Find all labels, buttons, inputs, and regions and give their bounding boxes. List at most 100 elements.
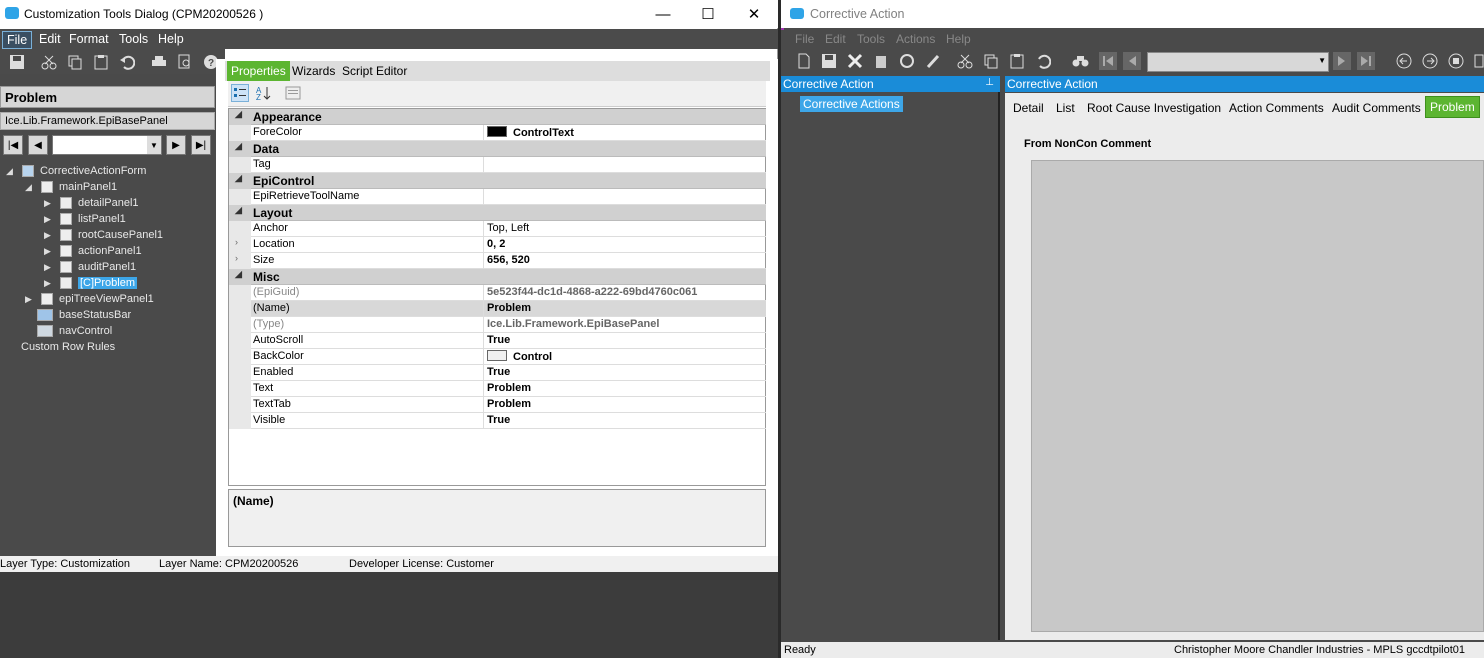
control-selector[interactable]: ▼ — [52, 135, 162, 155]
property-row[interactable]: EpiRetrieveToolName — [229, 189, 766, 205]
menu-file[interactable]: File — [795, 32, 814, 46]
noncon-comment-textbox[interactable] — [1031, 160, 1484, 632]
paste-icon[interactable] — [1008, 52, 1026, 70]
cut-icon[interactable] — [956, 52, 974, 70]
expand-icon[interactable]: ▶ — [44, 278, 54, 289]
previous-record-icon[interactable]: ◀ — [28, 135, 48, 155]
property-row[interactable]: › Location 0, 2 — [229, 237, 766, 253]
forward-icon[interactable] — [1421, 52, 1439, 70]
expand-icon[interactable]: ▶ — [44, 198, 54, 209]
property-row[interactable]: (EpiGuid) 5e523f44-dc1d-4868-a222-69bd476… — [229, 285, 766, 301]
tree-node[interactable]: baseStatusBar — [37, 307, 131, 323]
close-icon[interactable]: ✕ — [731, 0, 777, 28]
pin-icon[interactable]: ⊥ — [985, 77, 994, 88]
menu-help[interactable]: Help — [946, 32, 971, 46]
chevron-down-icon[interactable]: ▼ — [1318, 56, 1326, 65]
tab-list[interactable]: List — [1056, 101, 1075, 115]
property-value[interactable]: True — [487, 366, 510, 378]
next-record-icon[interactable] — [1333, 52, 1351, 70]
next-record-icon[interactable]: ▶ — [166, 135, 186, 155]
previous-record-icon[interactable] — [1123, 52, 1141, 70]
property-row[interactable]: › Size 656, 520 — [229, 253, 766, 269]
attach-icon[interactable] — [924, 52, 942, 70]
alphabetical-sort-icon[interactable]: AZ — [254, 84, 272, 102]
property-row[interactable]: Visible True — [229, 413, 766, 429]
property-category[interactable]: ◢ Misc — [229, 269, 766, 285]
property-category[interactable]: ◢ Data — [229, 141, 766, 157]
property-category[interactable]: ◢ Layout — [229, 205, 766, 221]
ca-titlebar[interactable]: Corrective Action — [781, 0, 1484, 28]
expand-icon[interactable]: ▶ — [44, 246, 54, 257]
property-category[interactable]: ◢ Appearance — [229, 109, 766, 125]
property-row[interactable]: (Type) Ice.Lib.Framework.EpiBasePanel — [229, 317, 766, 333]
tree-item-corrective-actions[interactable]: Corrective Actions — [800, 96, 903, 112]
back-icon[interactable] — [1395, 52, 1413, 70]
minimize-icon[interactable]: — — [640, 0, 686, 28]
expand-icon[interactable]: ▶ — [44, 262, 54, 273]
property-value[interactable]: True — [487, 334, 510, 346]
property-row[interactable]: Anchor Top, Left — [229, 221, 766, 237]
save-icon[interactable] — [8, 53, 26, 71]
property-value[interactable]: 656, 520 — [487, 254, 530, 266]
tab-properties[interactable]: Properties — [227, 61, 290, 81]
tree-node[interactable]: ▶ listPanel1 — [44, 211, 126, 227]
property-row[interactable]: AutoScroll True — [229, 333, 766, 349]
tree-node[interactable]: navControl — [37, 323, 112, 339]
tab-detail[interactable]: Detail — [1013, 101, 1044, 115]
expand-icon[interactable]: ▶ — [44, 214, 54, 225]
menu-tools[interactable]: Tools — [115, 31, 152, 47]
first-record-icon[interactable] — [1099, 52, 1117, 70]
tab-problem[interactable]: Problem — [1425, 96, 1480, 118]
tree-node[interactable]: ▶ actionPanel1 — [44, 243, 142, 259]
expand-icon[interactable]: › — [229, 237, 251, 253]
property-row[interactable]: ForeColor ControlText — [229, 125, 766, 141]
property-value[interactable]: Problem — [487, 302, 531, 314]
tree-node[interactable]: Custom Row Rules — [21, 339, 115, 355]
tree-node[interactable]: ▶ auditPanel1 — [44, 259, 136, 275]
menu-edit[interactable]: Edit — [825, 32, 846, 46]
print-preview-icon[interactable] — [176, 53, 194, 71]
property-row[interactable]: (Name) Problem — [229, 301, 766, 317]
expand-icon[interactable]: ▶ — [25, 294, 35, 305]
chevron-down-icon[interactable]: ▼ — [147, 136, 161, 154]
record-selector[interactable]: ▼ — [1147, 52, 1329, 72]
dialog-titlebar[interactable]: Customization Tools Dialog (CPM20200526 … — [0, 0, 778, 28]
menu-overflow-icon[interactable] — [1471, 52, 1484, 70]
maximize-icon[interactable]: ☐ — [685, 0, 731, 28]
delete-icon[interactable] — [846, 52, 864, 70]
copy-icon[interactable] — [66, 53, 84, 71]
categorized-icon[interactable] — [231, 84, 249, 102]
first-record-icon[interactable]: |◀ — [3, 135, 23, 155]
property-value[interactable]: Control — [487, 350, 552, 363]
undo-icon[interactable] — [118, 53, 136, 71]
property-row[interactable]: BackColor Control — [229, 349, 766, 365]
property-row[interactable]: Text Problem — [229, 381, 766, 397]
tab-root-cause[interactable]: Root Cause Investigation — [1087, 101, 1221, 115]
print-icon[interactable] — [150, 53, 168, 71]
menu-actions[interactable]: Actions — [896, 32, 935, 46]
tab-audit-comments[interactable]: Audit Comments — [1332, 101, 1421, 115]
collapse-icon[interactable]: ◢ — [229, 109, 251, 125]
tree-node[interactable]: ◢ CorrectiveActionForm — [6, 163, 146, 179]
undo-icon[interactable] — [1034, 52, 1052, 70]
copy-icon[interactable] — [982, 52, 1000, 70]
collapse-icon[interactable]: ◢ — [229, 173, 251, 189]
property-value[interactable]: Problem — [487, 398, 531, 410]
property-value[interactable]: 0, 2 — [487, 238, 505, 250]
cut-icon[interactable] — [40, 53, 58, 71]
property-value[interactable]: Ice.Lib.Framework.EpiBasePanel — [487, 318, 659, 330]
tree-node[interactable]: ◢ mainPanel1 — [25, 179, 117, 195]
last-record-icon[interactable] — [1357, 52, 1375, 70]
expand-icon[interactable]: › — [229, 253, 251, 269]
last-record-icon[interactable]: ▶| — [191, 135, 211, 155]
menu-help[interactable]: Help — [154, 31, 188, 47]
collapse-icon[interactable]: ◢ — [25, 182, 35, 193]
property-row[interactable]: Enabled True — [229, 365, 766, 381]
property-value[interactable]: 5e523f44-dc1d-4868-a222-69bd4760c061 — [487, 286, 697, 298]
expand-icon[interactable]: ▶ — [44, 230, 54, 241]
search-icon[interactable] — [1072, 52, 1090, 70]
save-icon[interactable] — [820, 52, 838, 70]
property-category[interactable]: ◢ EpiControl — [229, 173, 766, 189]
home-icon[interactable] — [1447, 52, 1465, 70]
new-icon[interactable] — [795, 52, 813, 70]
